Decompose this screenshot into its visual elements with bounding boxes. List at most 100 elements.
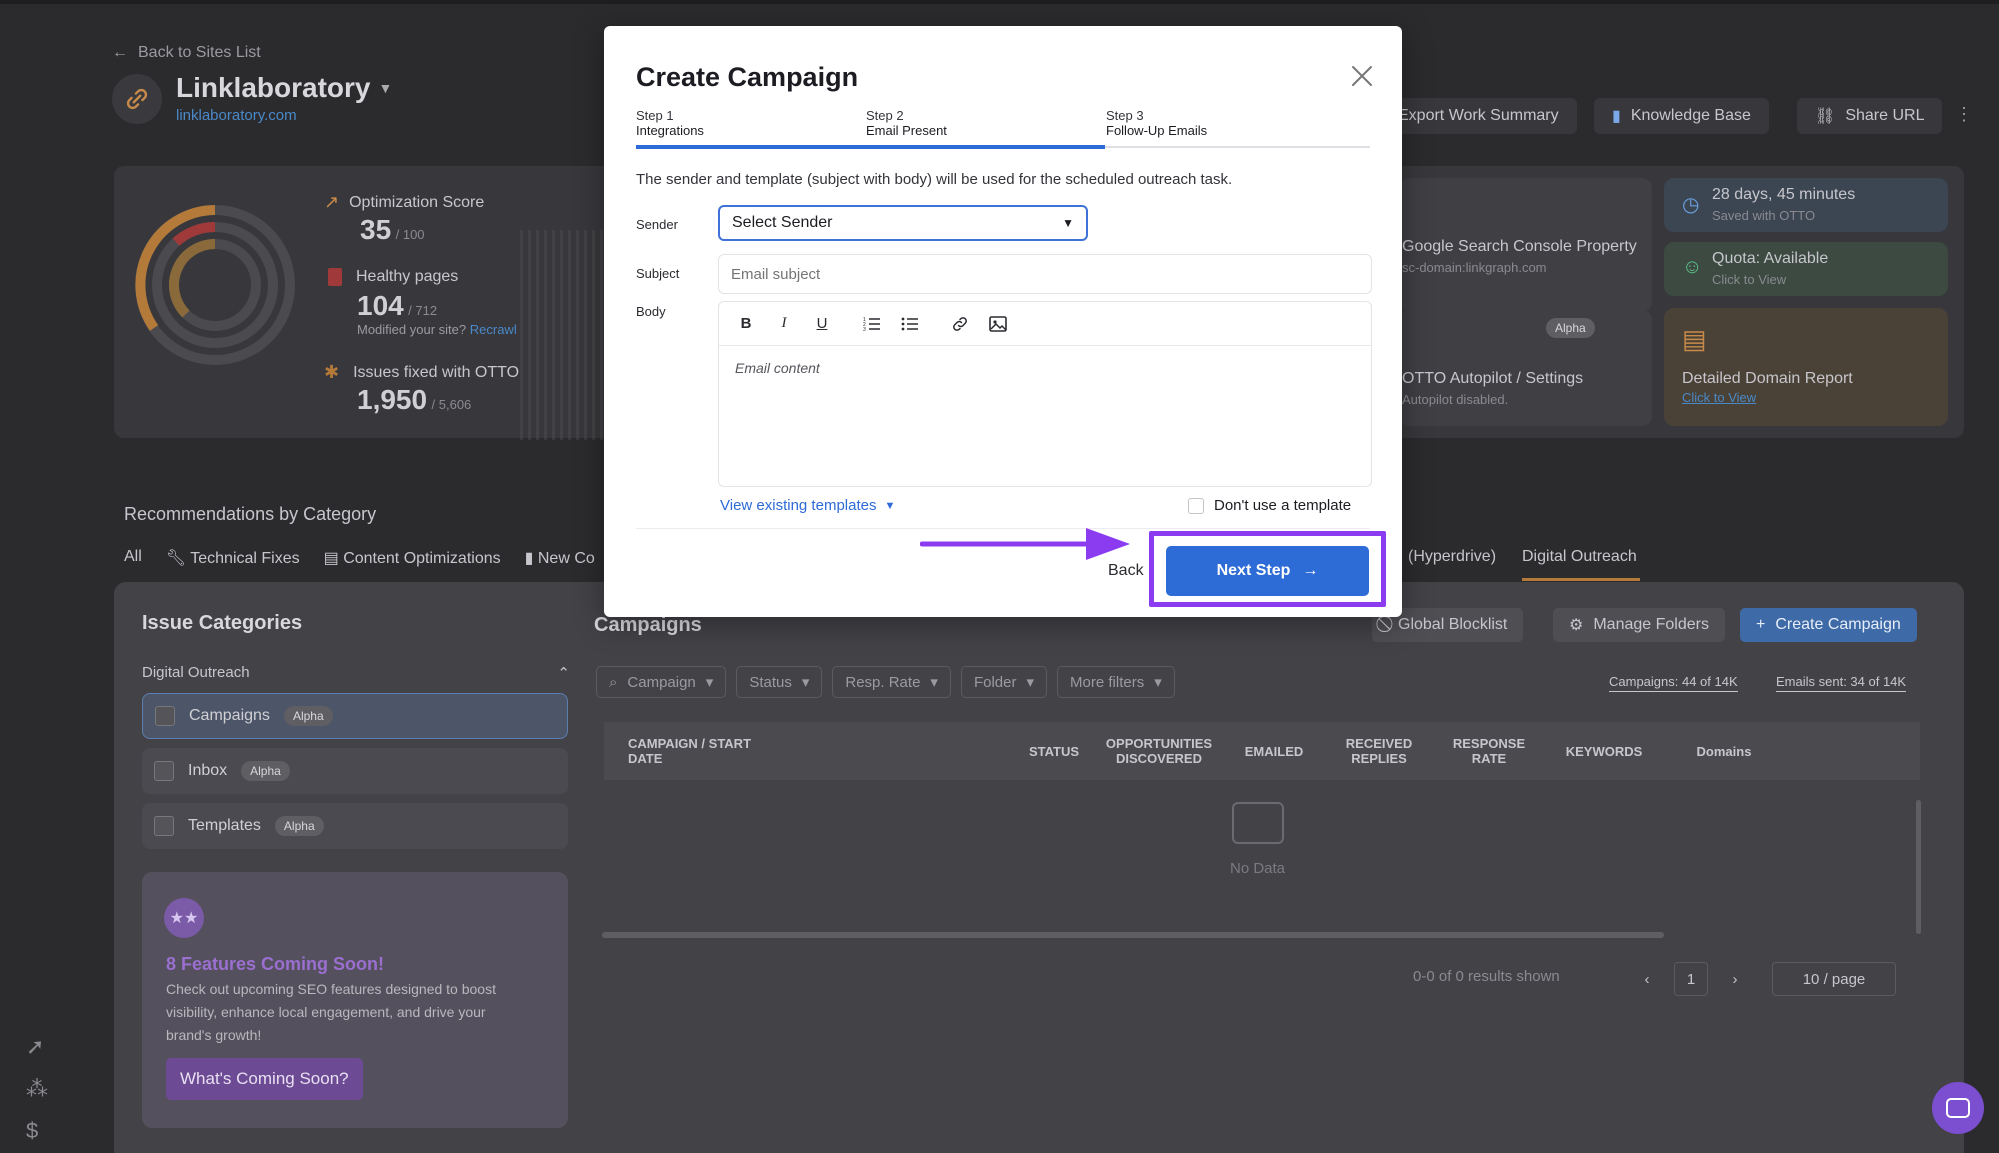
caret-icon: ▾ bbox=[705, 674, 714, 691]
tab-new-content[interactable]: ▮ New Co bbox=[525, 548, 595, 568]
back-to-sites-link[interactable]: ← Back to Sites List bbox=[112, 44, 261, 62]
emails-count[interactable]: Emails sent: 34 of 14K bbox=[1776, 674, 1907, 692]
category-item-templates[interactable]: Templates Alpha bbox=[142, 803, 568, 849]
whats-coming-button[interactable]: What's Coming Soon? bbox=[166, 1058, 363, 1100]
global-blocklist-label: Global Blocklist bbox=[1398, 616, 1508, 633]
create-campaign-button[interactable]: + Create Campaign bbox=[1740, 608, 1917, 642]
time-saved-card[interactable]: ◷ 28 days, 45 minutes Saved with OTTO bbox=[1664, 178, 1948, 232]
col-response-rate[interactable]: RESPONSE RATE bbox=[1434, 736, 1544, 766]
vertical-scrollbar[interactable] bbox=[1916, 800, 1921, 934]
alpha-badge: Alpha bbox=[274, 816, 324, 836]
checkbox[interactable] bbox=[154, 761, 174, 781]
templates-link-label: View existing templates bbox=[720, 497, 877, 514]
prev-page-icon[interactable]: ‹ bbox=[1630, 962, 1664, 996]
alpha-badge: Alpha bbox=[283, 706, 333, 726]
cubes-icon[interactable]: ⁂ bbox=[26, 1076, 48, 1102]
time-title: 28 days, 45 minutes bbox=[1712, 186, 1856, 203]
filter-campaign[interactable]: ⌕ Campaign ▾ bbox=[596, 666, 727, 698]
bold-icon[interactable]: B bbox=[735, 313, 757, 335]
tab-hyperdrive[interactable]: (Hyperdrive) bbox=[1408, 548, 1496, 566]
close-icon[interactable] bbox=[1348, 62, 1376, 90]
col-status[interactable]: STATUS bbox=[1014, 744, 1094, 759]
filter-more[interactable]: More filters ▾ bbox=[1057, 666, 1175, 698]
issues-value-row: 1,950 / 5,606 bbox=[357, 384, 471, 416]
category-group-label: Digital Outreach bbox=[142, 664, 250, 681]
ordered-list-icon[interactable]: 123 bbox=[861, 313, 883, 335]
manage-folders-button[interactable]: ⚙ Manage Folders bbox=[1553, 608, 1725, 642]
category-group-header[interactable]: Digital Outreach ⌃ bbox=[142, 664, 570, 682]
subject-input[interactable] bbox=[718, 254, 1372, 294]
dollar-icon[interactable]: $ bbox=[26, 1118, 48, 1144]
col-opportunities[interactable]: OPPORTUNITIES DISCOVERED bbox=[1094, 736, 1224, 766]
gsc-card[interactable]: Google Search Console Property sc-domain… bbox=[1400, 178, 1652, 312]
score-gauge bbox=[135, 205, 295, 365]
healthy-total: / 712 bbox=[408, 303, 438, 318]
tab-content-optimizations[interactable]: ▤ Content Optimizations bbox=[324, 548, 501, 568]
col-domains[interactable]: Domains bbox=[1664, 744, 1784, 759]
col-keywords[interactable]: KEYWORDS bbox=[1544, 744, 1664, 759]
domain-sub[interactable]: Click to View bbox=[1682, 390, 1756, 405]
share-url-button[interactable]: ⛓ Share URL bbox=[1797, 98, 1943, 134]
filter-folder[interactable]: Folder ▾ bbox=[960, 666, 1048, 698]
tab-digital-outreach[interactable]: Digital Outreach bbox=[1522, 548, 1637, 566]
checkbox[interactable] bbox=[154, 816, 174, 836]
category-item-campaigns[interactable]: Campaigns Alpha bbox=[142, 693, 568, 739]
healthy-value-row: 104 / 712 bbox=[357, 290, 437, 322]
body-editor[interactable]: B I U 123 Email content bbox=[718, 301, 1372, 487]
sparkline-noise bbox=[520, 230, 610, 440]
page-number[interactable]: 1 bbox=[1674, 962, 1708, 996]
bullet-list-icon[interactable] bbox=[899, 313, 921, 335]
underline-icon[interactable]: U bbox=[811, 313, 833, 335]
knowledge-label: Knowledge Base bbox=[1630, 107, 1751, 124]
more-options-icon[interactable]: ⋮ bbox=[1955, 104, 1973, 125]
star-eyes-icon: ★★ bbox=[164, 898, 204, 938]
autopilot-card[interactable]: Alpha OTTO Autopilot / Settings Autopilo… bbox=[1400, 310, 1652, 426]
filter-resp-rate[interactable]: Resp. Rate ▾ bbox=[832, 666, 951, 698]
step-1[interactable]: Step 1 Integrations bbox=[636, 108, 704, 138]
plus-icon: + bbox=[1756, 616, 1766, 633]
col-received-replies[interactable]: RECEIVED REPLIES bbox=[1324, 736, 1434, 766]
next-page-icon[interactable]: › bbox=[1718, 962, 1752, 996]
step-name: Email Present bbox=[866, 123, 947, 138]
no-template-option[interactable]: Don't use a template bbox=[1188, 497, 1351, 514]
tab-technical-fixes[interactable]: 🔧︎ Technical Fixes bbox=[166, 548, 300, 568]
tab-all[interactable]: All bbox=[124, 548, 142, 568]
knowledge-base-button[interactable]: ▮ Knowledge Base bbox=[1594, 98, 1769, 134]
no-template-checkbox[interactable] bbox=[1188, 497, 1204, 514]
sender-label: Sender bbox=[636, 217, 678, 232]
chat-support-button[interactable] bbox=[1932, 1082, 1984, 1134]
subject-label: Subject bbox=[636, 266, 680, 281]
page-size-select[interactable]: 10 / page bbox=[1772, 962, 1896, 996]
image-icon[interactable] bbox=[987, 313, 1009, 335]
category-item-inbox[interactable]: Inbox Alpha bbox=[142, 748, 568, 794]
site-url[interactable]: linklaboratory.com bbox=[176, 107, 297, 124]
export-work-summary-button[interactable]: Export Work Summary bbox=[1380, 98, 1577, 134]
italic-icon[interactable]: I bbox=[773, 313, 795, 335]
site-title[interactable]: Linklaboratory ▼ bbox=[176, 72, 392, 104]
view-templates-link[interactable]: View existing templates ▼ bbox=[720, 497, 895, 514]
step-3[interactable]: Step 3 Follow-Up Emails bbox=[1106, 108, 1207, 138]
link-icon[interactable] bbox=[949, 313, 971, 335]
checkbox[interactable] bbox=[155, 706, 175, 726]
optimization-label: Optimization Score bbox=[349, 193, 485, 211]
active-tab-indicator bbox=[1522, 578, 1640, 581]
chevron-up-icon: ⌃ bbox=[557, 665, 570, 682]
filter-label: Folder bbox=[973, 673, 1017, 691]
horizontal-scrollbar[interactable] bbox=[602, 932, 1664, 938]
autopilot-sub: Autopilot disabled. bbox=[1402, 392, 1509, 407]
sender-select[interactable]: Select Sender ▼ bbox=[718, 205, 1088, 241]
modified-note: Modified your site? Recrawl bbox=[357, 322, 517, 337]
recrawl-link[interactable]: Recrawl bbox=[470, 322, 517, 337]
step-2[interactable]: Step 2 Email Present bbox=[866, 108, 947, 138]
recommendations-title: Recommendations by Category bbox=[124, 504, 377, 524]
body-label: Body bbox=[636, 304, 666, 319]
campaigns-count[interactable]: Campaigns: 44 of 14K bbox=[1609, 674, 1738, 692]
side-icons: ➚ ⁂ $ bbox=[26, 1034, 48, 1144]
domain-report-card[interactable]: ▤ Detailed Domain Report Click to View bbox=[1664, 308, 1948, 426]
quota-card[interactable]: ☺ Quota: Available Click to View bbox=[1664, 242, 1948, 296]
col-emailed[interactable]: EMAILED bbox=[1224, 744, 1324, 759]
rocket-icon[interactable]: ➚ bbox=[26, 1034, 48, 1060]
results-count: 0-0 of 0 results shown bbox=[1413, 968, 1560, 985]
filter-status[interactable]: Status ▾ bbox=[736, 666, 823, 698]
col-campaign[interactable]: CAMPAIGN / START DATE bbox=[604, 736, 784, 766]
